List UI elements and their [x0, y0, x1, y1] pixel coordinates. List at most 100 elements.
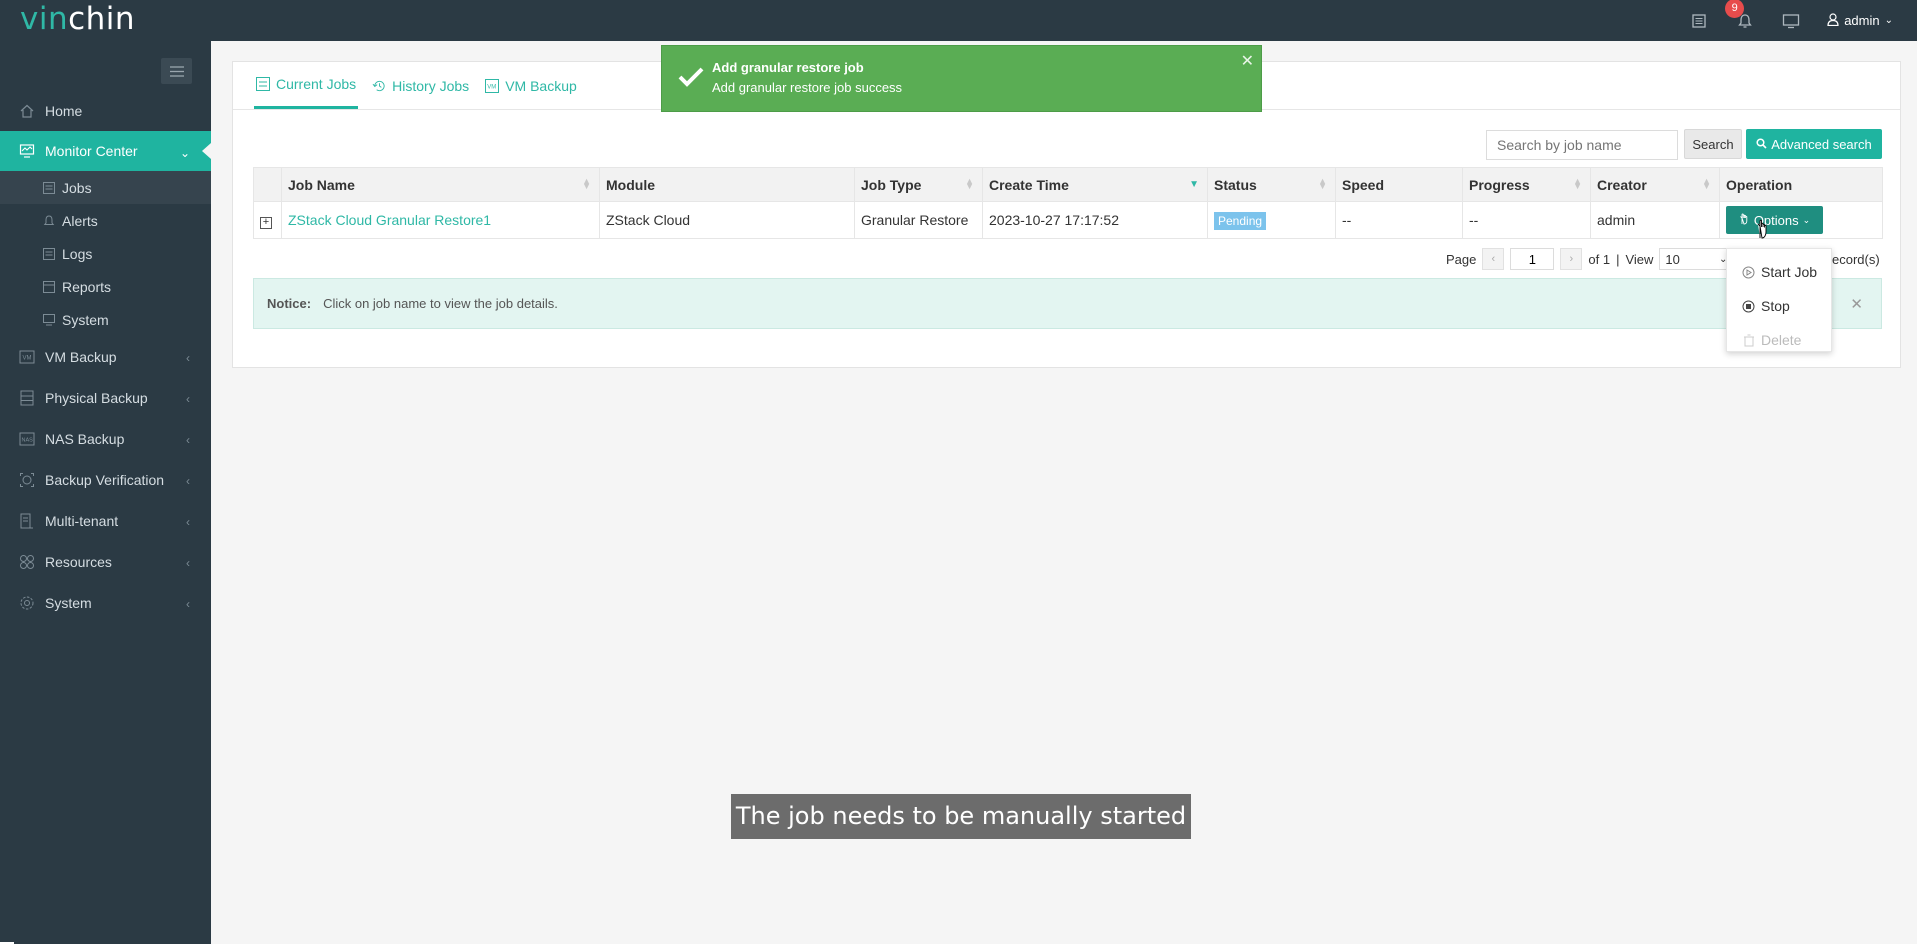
- sidebar-item-multi-tenant[interactable]: Multi-tenant ‹: [0, 500, 211, 541]
- menu-item-delete[interactable]: Delete: [1727, 323, 1831, 357]
- jobs-table: Job Name ▲ ▼ Module Job Type ▲ ▼ Create Time…: [253, 167, 1883, 239]
- sidebar-subitem-jobs[interactable]: Jobs: [0, 171, 211, 204]
- vm-icon: VM: [18, 348, 36, 366]
- resources-icon: [18, 553, 36, 571]
- sidebar-item-label: Monitor Center: [45, 143, 138, 159]
- user-menu[interactable]: admin ⌄: [1827, 12, 1893, 29]
- column-header-progress[interactable]: Progress ▲ ▼: [1462, 167, 1591, 202]
- history-icon: [372, 79, 386, 93]
- view-label: View: [1625, 251, 1654, 267]
- tab-label: VM Backup: [505, 77, 577, 94]
- prev-page-button[interactable]: ‹: [1482, 248, 1505, 270]
- sidebar-item-label: VM Backup: [45, 348, 117, 365]
- sidebar-subitem-label: Reports: [62, 278, 112, 295]
- column-header-label: Status: [1214, 176, 1257, 193]
- close-icon[interactable]: ✕: [1241, 51, 1254, 71]
- page-number-input[interactable]: [1510, 248, 1555, 270]
- sidebar-item-system[interactable]: System ‹: [0, 582, 211, 623]
- menu-item-start-job[interactable]: Start Job: [1727, 255, 1831, 289]
- tenant-icon: [18, 512, 36, 530]
- search-input[interactable]: [1486, 130, 1678, 160]
- vm-icon: VM: [485, 78, 500, 93]
- chevron-left-icon: ‹: [186, 515, 190, 529]
- sort-icon: ▲ ▼: [1318, 176, 1327, 191]
- home-icon: [18, 102, 36, 120]
- svg-text:VM: VM: [487, 84, 496, 90]
- chevron-left-icon: ‹: [186, 351, 190, 365]
- column-header-job-type[interactable]: Job Type ▲ ▼: [854, 167, 983, 202]
- chevron-down-icon: ⌄: [179, 146, 190, 160]
- top-bar: vinchin 9 admin ⌄: [0, 0, 1917, 41]
- tab-vm-backup[interactable]: VM VM Backup: [483, 62, 579, 109]
- page-size-select[interactable]: 10 ⌄: [1659, 248, 1734, 270]
- status-cell: Pending: [1207, 201, 1336, 239]
- expand-cell: +: [253, 201, 282, 239]
- sort-icon: ▲ ▼: [1573, 176, 1582, 191]
- sidebar-item-label: System: [45, 594, 92, 611]
- column-header-creator[interactable]: Creator ▲ ▼: [1590, 167, 1720, 202]
- bell-icon: [42, 214, 56, 228]
- sidebar-subitem-label: Jobs: [62, 179, 92, 196]
- status-badge: Pending: [1214, 212, 1267, 230]
- sidebar-item-physical-backup[interactable]: Physical Backup ‹: [0, 377, 211, 418]
- sidebar-toggle-button[interactable]: [161, 58, 192, 84]
- notice-text: Click on job name to view the job detail…: [323, 296, 558, 311]
- column-header-label: Create Time: [989, 176, 1069, 193]
- column-header-job-name[interactable]: Job Name ▲ ▼: [281, 167, 600, 202]
- video-caption: The job needs to be manually started: [731, 794, 1191, 839]
- advanced-search-label: Advanced search: [1771, 136, 1872, 152]
- column-header-label: Progress: [1469, 176, 1530, 193]
- sidebar-item-resources[interactable]: Resources ‹: [0, 541, 211, 582]
- chevron-left-icon: ‹: [186, 474, 190, 488]
- toast-title: Add granular restore job: [712, 60, 864, 75]
- tab-current-jobs[interactable]: Current Jobs: [254, 62, 359, 109]
- sidebar-subitem-logs[interactable]: Logs: [0, 237, 211, 270]
- column-header-speed: Speed: [1335, 167, 1463, 202]
- options-button[interactable]: Options ⌄: [1726, 206, 1823, 234]
- gear-icon: [18, 594, 36, 612]
- column-header-status[interactable]: Status ▲ ▼: [1207, 167, 1336, 202]
- menu-item-label: Stop: [1761, 298, 1790, 314]
- bell-icon[interactable]: 9: [1725, 0, 1755, 31]
- sidebar-subitem-reports[interactable]: Reports: [0, 270, 211, 303]
- column-header-create-time[interactable]: Create Time ▼: [982, 167, 1208, 202]
- sidebar-item-monitor-center[interactable]: Monitor Center ⌄: [0, 131, 211, 171]
- user-icon: [1827, 12, 1839, 29]
- creator-cell: admin: [1590, 201, 1720, 239]
- sidebar-item-label: Multi-tenant: [45, 512, 119, 529]
- sidebar-subitem-alerts[interactable]: Alerts: [0, 204, 211, 237]
- tab-label: Current Jobs: [276, 76, 357, 92]
- menu-item-label: Start Job: [1761, 264, 1818, 280]
- sort-icon: ▲ ▼: [1702, 176, 1711, 191]
- menu-item-stop[interactable]: Stop: [1727, 289, 1831, 323]
- search-button[interactable]: Search: [1684, 129, 1742, 159]
- screen-icon[interactable]: [1781, 11, 1801, 31]
- notice-label: Notice:: [267, 296, 312, 311]
- sidebar-item-label: NAS Backup: [45, 430, 125, 447]
- success-toast: Add granular restore job Add granular re…: [661, 45, 1262, 112]
- sidebar-item-label: Home: [45, 103, 83, 119]
- job-name-link[interactable]: ZStack Cloud Granular Restore1: [288, 212, 491, 228]
- chevron-down-icon: ⌄: [1884, 15, 1893, 26]
- sidebar-item-backup-verification[interactable]: Backup Verification ‹: [0, 459, 211, 500]
- close-icon[interactable]: ✕: [1850, 295, 1863, 313]
- jobs-icon: [42, 181, 56, 195]
- sidebar-item-vm-backup[interactable]: VM VM Backup ‹: [0, 336, 211, 377]
- progress-cell: --: [1462, 201, 1591, 239]
- hand-icon: [1739, 213, 1750, 228]
- sidebar: Home Monitor Center ⌄ Jobs Alerts Logs R…: [0, 41, 211, 944]
- expand-plus-icon[interactable]: +: [260, 216, 272, 229]
- next-page-button[interactable]: ›: [1560, 248, 1583, 270]
- advanced-search-button[interactable]: Advanced search: [1746, 129, 1882, 159]
- sidebar-subitem-system[interactable]: System: [0, 303, 211, 336]
- tab-history-jobs[interactable]: History Jobs: [370, 62, 471, 109]
- sidebar-item-home[interactable]: Home: [0, 91, 211, 131]
- task-list-icon[interactable]: [1689, 11, 1709, 31]
- list-icon: [256, 77, 270, 91]
- column-header-label: Module: [606, 176, 655, 193]
- nas-icon: NAS: [18, 430, 36, 448]
- verify-icon: [18, 471, 36, 489]
- trash-icon: [1742, 334, 1755, 347]
- sidebar-item-nas-backup[interactable]: NAS NAS Backup ‹: [0, 418, 211, 459]
- sidebar-item-label: Backup Verification: [45, 471, 165, 488]
